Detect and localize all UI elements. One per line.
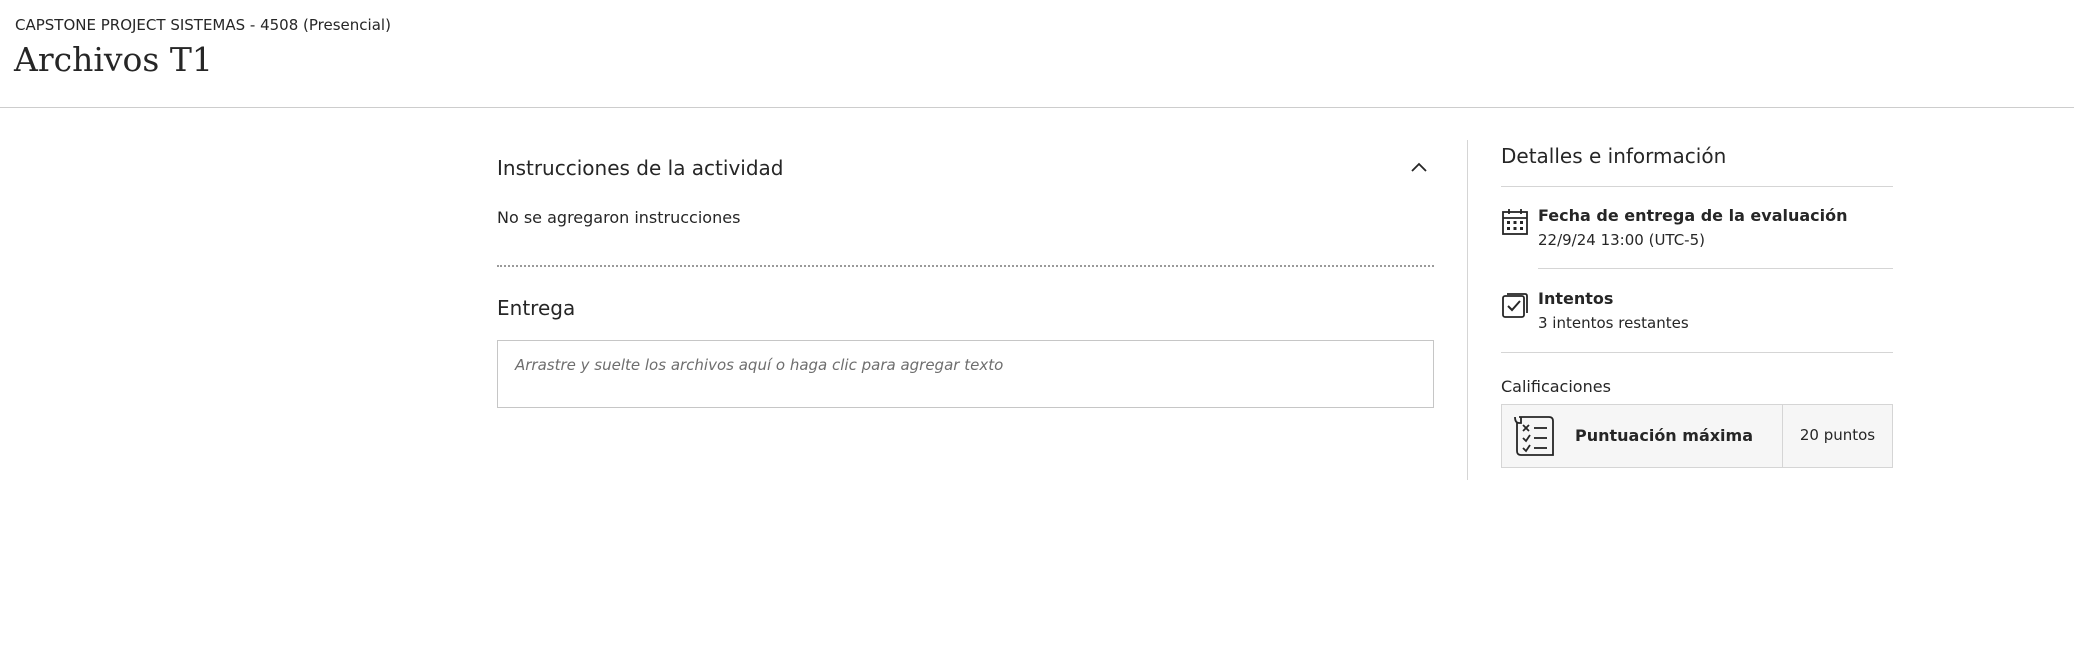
column-divider (1467, 140, 1468, 480)
checkbox-icon (1502, 293, 1528, 318)
calendar-icon (1502, 209, 1528, 235)
sidebar-title: Detalles e información (1501, 144, 1727, 168)
dropzone-placeholder: Arrastre y suelte los archivos aquí o ha… (515, 356, 1004, 374)
submission-title: Entrega (497, 296, 576, 320)
sidebar-divider (1501, 352, 1893, 353)
page-header: CAPSTONE PROJECT SISTEMAS - 4508 (Presen… (0, 0, 2074, 108)
page-title: Archivos T1 (14, 40, 213, 79)
section-divider (497, 265, 1434, 267)
rubric-checklist-icon (1514, 416, 1554, 456)
attempts-value: 3 intentos restantes (1538, 314, 1689, 332)
attempts-label: Intentos (1538, 289, 1614, 308)
instructions-header[interactable]: Instrucciones de la actividad (497, 140, 1434, 180)
due-date-label: Fecha de entrega de la evaluación (1538, 206, 1848, 225)
chevron-up-icon[interactable] (1410, 160, 1428, 174)
grades-label: Calificaciones (1501, 377, 1611, 396)
max-score-label: Puntuación máxima (1575, 426, 1754, 445)
page: CAPSTONE PROJECT SISTEMAS - 4508 (Presen… (0, 0, 2074, 649)
due-date-value: 22/9/24 13:00 (UTC-5) (1538, 231, 1705, 249)
course-name: CAPSTONE PROJECT SISTEMAS - 4508 (Presen… (15, 16, 391, 34)
grade-card: Puntuación máxima 20 puntos (1501, 404, 1893, 468)
submission-dropzone[interactable]: Arrastre y suelte los archivos aquí o ha… (497, 340, 1434, 408)
sidebar-divider (1538, 268, 1893, 269)
instructions-text: No se agregaron instrucciones (497, 208, 741, 227)
max-score-value: 20 puntos (1799, 426, 1876, 444)
sidebar-divider (1501, 186, 1893, 187)
instructions-title: Instrucciones de la actividad (497, 156, 784, 180)
main-content: Instrucciones de la actividad No se agre… (497, 140, 1434, 408)
